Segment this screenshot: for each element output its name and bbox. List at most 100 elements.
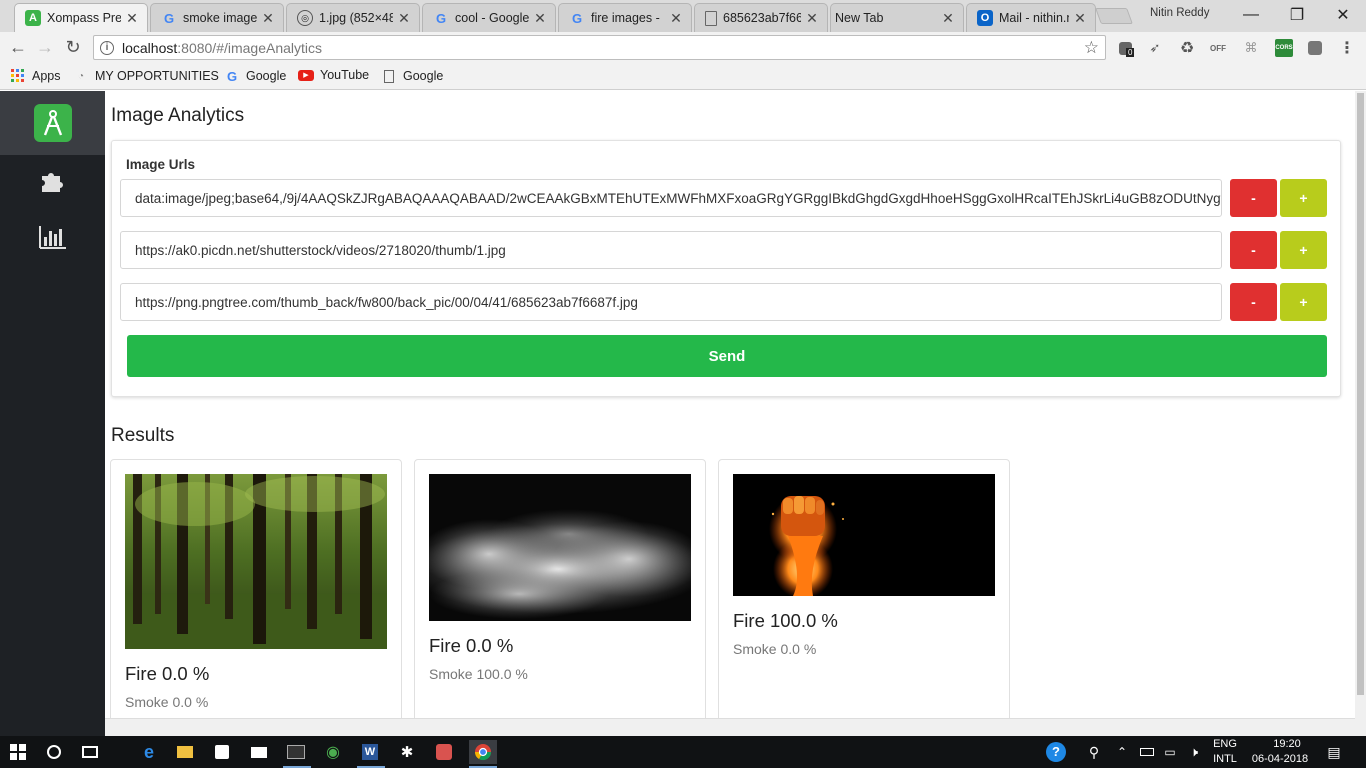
help-icon[interactable]: ?: [1044, 740, 1068, 764]
image-icon: ◎: [297, 10, 313, 26]
chrome-icon[interactable]: [469, 740, 497, 764]
bookmark-label: Google: [246, 69, 287, 83]
language-code[interactable]: ENG: [1205, 738, 1245, 750]
scrollbar-thumb[interactable]: [1357, 93, 1364, 695]
bookmark-label: MY OPPORTUNITIES: [95, 69, 219, 83]
clock-time[interactable]: 19:20: [1252, 738, 1322, 750]
tab-685623[interactable]: 685623ab7f66 ✕: [694, 3, 828, 32]
add-url-button[interactable]: +: [1280, 283, 1327, 321]
cors-icon[interactable]: CORS: [1275, 39, 1293, 57]
bookmark-google-page[interactable]: Google: [381, 68, 443, 84]
fire-fist-image: [733, 474, 995, 596]
bookmark-apps[interactable]: Apps: [10, 68, 61, 84]
language-layout[interactable]: INTL: [1205, 753, 1245, 765]
people-icon[interactable]: ⚲: [1082, 740, 1106, 764]
volume-muted-icon[interactable]: 🕨: [1182, 740, 1206, 764]
tab-title: New Tab: [835, 11, 884, 25]
info-icon[interactable]: i: [100, 40, 114, 55]
new-tab-button[interactable]: [1095, 8, 1133, 24]
bookmarks-bar: Apps ◔ MY OPPORTUNITIES G Google ▶ YouTu…: [0, 62, 1366, 90]
remove-url-button[interactable]: -: [1230, 231, 1277, 269]
tab-xompass[interactable]: A Xompass Pred ✕: [14, 3, 148, 32]
remove-url-button[interactable]: -: [1230, 179, 1277, 217]
close-icon[interactable]: ✕: [941, 10, 955, 27]
cmd-icon[interactable]: [284, 740, 308, 764]
bookmark-label: Google: [403, 69, 444, 83]
task-view-icon[interactable]: [78, 740, 102, 764]
result-card: Fire 100.0 % Smoke 0.0 %: [718, 459, 1010, 718]
tab-new-tab[interactable]: New Tab ✕: [830, 3, 964, 32]
app-globe-icon[interactable]: ◉: [321, 740, 345, 764]
tab-mail[interactable]: O Mail - nithin.n ✕: [966, 3, 1096, 32]
sidebar-item-analytics-home[interactable]: [0, 91, 105, 155]
tab-cool-google[interactable]: G cool - Google ✕: [422, 3, 556, 32]
chevron-up-icon[interactable]: ⌃: [1110, 740, 1134, 764]
pdf-icon[interactable]: ⌘: [1242, 39, 1260, 57]
app-dark-icon[interactable]: ✱: [395, 740, 419, 764]
address-bar[interactable]: i localhost:8080/#/imageAnalytics ☆: [93, 35, 1106, 60]
result-card: Fire 0.0 % Smoke 100.0 %: [414, 459, 706, 718]
bookmark-google[interactable]: G Google: [224, 68, 286, 84]
app-red-icon[interactable]: [432, 740, 456, 764]
tab-smoke-images[interactable]: G smoke images ✕: [150, 3, 284, 32]
tab-title: smoke images: [183, 11, 257, 25]
word-icon[interactable]: W: [358, 740, 382, 764]
menu-icon[interactable]: ⋮: [1338, 39, 1356, 57]
forest-image: [125, 474, 387, 649]
network-icon[interactable]: ▭: [1158, 740, 1182, 764]
search-icon[interactable]: [42, 740, 66, 764]
tab-fire-images[interactable]: G fire images - ✕: [558, 3, 692, 32]
mail-icon[interactable]: [247, 740, 271, 764]
recycle-icon[interactable]: ♻: [1178, 39, 1196, 57]
smoke-score: Smoke 0.0 %: [733, 641, 817, 657]
back-icon[interactable]: ←: [6, 36, 30, 58]
google-icon: G: [163, 10, 175, 26]
send-button[interactable]: Send: [127, 335, 1327, 377]
tab-title: Mail - nithin.n: [999, 11, 1069, 25]
url-input-2[interactable]: https://ak0.picdn.net/shutterstock/video…: [120, 231, 1222, 269]
url-input-3[interactable]: https://png.pngtree.com/thumb_back/fw800…: [120, 283, 1222, 321]
store-icon[interactable]: [210, 740, 234, 764]
close-icon[interactable]: ✕: [125, 10, 139, 27]
close-icon[interactable]: ✕: [1073, 10, 1087, 27]
forward-icon[interactable]: →: [33, 36, 57, 58]
bookmark-star-icon[interactable]: ☆: [1084, 38, 1099, 58]
tab-1jpg[interactable]: ◎ 1.jpg (852×48 ✕: [286, 3, 420, 32]
sidebar-item-charts[interactable]: [0, 205, 105, 269]
feather-icon[interactable]: ➶: [1146, 39, 1164, 57]
address-host: localhost: [122, 39, 178, 56]
close-icon[interactable]: ✕: [669, 10, 683, 27]
profile-name[interactable]: Nitin Reddy: [1150, 7, 1209, 19]
close-window-icon[interactable]: ✕: [1320, 0, 1366, 30]
close-icon[interactable]: ✕: [533, 10, 547, 27]
action-center-icon[interactable]: ▤: [1322, 740, 1346, 764]
bookmark-youtube[interactable]: ▶ YouTube: [298, 68, 369, 82]
close-icon[interactable]: ✕: [261, 10, 275, 27]
close-icon[interactable]: ✕: [805, 10, 819, 27]
fire-score: Fire 0.0 %: [429, 635, 514, 656]
tab-title: cool - Google: [455, 11, 529, 25]
bookmark-label: Apps: [32, 69, 61, 83]
edge-icon[interactable]: e: [137, 740, 161, 764]
off-icon[interactable]: OFF: [1209, 39, 1227, 57]
restore-icon[interactable]: ❐: [1274, 0, 1320, 30]
file-explorer-icon[interactable]: [173, 740, 197, 764]
vertical-scrollbar[interactable]: [1355, 91, 1366, 736]
battery-icon[interactable]: [1135, 740, 1159, 764]
close-icon[interactable]: ✕: [397, 10, 411, 27]
clock-date[interactable]: 06-04-2018: [1240, 753, 1320, 765]
url-input-1[interactable]: data:image/jpeg;base64,/9j/4AAQSkZJRgABA…: [120, 179, 1222, 217]
remove-url-button[interactable]: -: [1230, 283, 1277, 321]
horizontal-scrollbar[interactable]: [105, 718, 1355, 736]
windows-start-icon[interactable]: [6, 740, 30, 764]
add-url-button[interactable]: +: [1280, 231, 1327, 269]
reload-icon[interactable]: ↻: [61, 36, 85, 58]
add-url-button[interactable]: +: [1280, 179, 1327, 217]
outlook-icon: O: [977, 10, 993, 26]
extension-icon[interactable]: [1306, 39, 1324, 57]
sidebar-item-plugins[interactable]: [0, 148, 105, 212]
google-icon: G: [226, 68, 238, 84]
bookmark-opportunities[interactable]: ◔ MY OPPORTUNITIES: [73, 68, 219, 84]
extension-badge-icon[interactable]: 0: [1116, 39, 1135, 57]
minimize-icon[interactable]: —: [1228, 0, 1274, 30]
